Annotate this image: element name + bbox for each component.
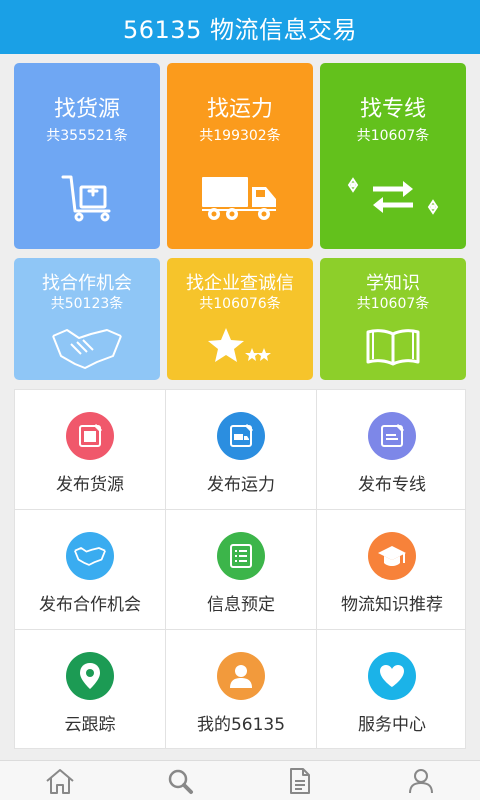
grid-item-cloud-tracking[interactable]: 云跟踪 — [15, 630, 165, 749]
tile-count: 共199302条 — [199, 128, 281, 144]
grid-item-my-account[interactable]: 我的56135 — [166, 630, 316, 749]
publish-goods-icon — [66, 412, 114, 460]
list-icon — [217, 532, 265, 580]
tab-profile[interactable] — [405, 766, 437, 796]
tile-title: 找专线 — [359, 97, 426, 122]
tile-find-capacity[interactable]: 找运力 共199302条 — [167, 63, 313, 249]
truck-icon — [167, 173, 313, 221]
home-icon — [46, 769, 74, 794]
heart-icon — [368, 652, 416, 700]
grid-item-knowledge-recommend[interactable]: 物流知识推荐 — [317, 510, 467, 629]
grid-item-publish-cooperation[interactable]: 发布合作机会 — [15, 510, 165, 629]
graduation-cap-icon — [368, 532, 416, 580]
hand-truck-icon — [14, 173, 160, 223]
tile-find-line[interactable]: 找专线 共10607条 — [320, 63, 466, 249]
tile-count: 共10607条 — [356, 128, 430, 144]
user-icon — [217, 652, 265, 700]
tab-home[interactable] — [44, 766, 76, 796]
bottom-tab-bar — [0, 760, 480, 800]
grid-item-label: 信息预定 — [207, 595, 275, 615]
stars-icon — [167, 326, 313, 366]
search-icon — [168, 769, 193, 794]
grid-item-label: 发布运力 — [207, 475, 275, 495]
tile-title: 找货源 — [53, 97, 120, 122]
book-icon — [320, 326, 466, 366]
tile-find-cooperation[interactable]: 找合作机会 共50123条 — [14, 258, 160, 380]
grid-item-publish-goods[interactable]: 发布货源 — [15, 390, 165, 509]
location-pin-icon — [66, 652, 114, 700]
grid-item-label: 我的56135 — [196, 715, 286, 735]
grid-item-label: 云跟踪 — [64, 715, 116, 735]
grid-item-label: 发布货源 — [56, 475, 124, 495]
grid-item-publish-capacity[interactable]: 发布运力 — [166, 390, 316, 509]
publish-truck-icon — [217, 412, 265, 460]
grid-item-label: 发布合作机会 — [39, 595, 141, 615]
grid-item-label: 服务中心 — [358, 715, 426, 735]
tile-title: 找合作机会 — [42, 273, 132, 294]
tab-search[interactable] — [164, 766, 196, 796]
tab-document[interactable] — [284, 766, 316, 796]
tile-learn-knowledge[interactable]: 学知识 共10607条 — [320, 258, 466, 380]
handshake-icon — [66, 532, 114, 580]
tile-title: 找企业查诚信 — [186, 273, 294, 294]
app-title-bar: 56135 物流信息交易 — [0, 0, 480, 54]
tile-count: 共355521条 — [46, 128, 128, 144]
tile-count: 共106076条 — [199, 296, 281, 312]
grid-item-label: 发布专线 — [358, 475, 426, 495]
user-icon — [409, 769, 433, 794]
tile-find-goods[interactable]: 找货源 共355521条 — [14, 63, 160, 249]
grid-item-publish-line[interactable]: 发布专线 — [317, 390, 467, 509]
handshake-icon — [14, 326, 160, 370]
tile-title: 找运力 — [206, 97, 273, 122]
publish-line-icon — [368, 412, 416, 460]
tile-title: 学知识 — [366, 273, 420, 294]
action-grid: 发布货源 发布运力 发布专线 发布合作机会 信息预定 物流知识推荐 云跟踪 我的… — [14, 389, 466, 749]
page-title: 56135 物流信息交易 — [123, 15, 357, 44]
grid-item-label: 物流知识推荐 — [341, 595, 443, 615]
route-arrows-icon — [320, 173, 466, 221]
grid-item-service-center[interactable]: 服务中心 — [317, 630, 467, 749]
tile-count: 共10607条 — [356, 296, 430, 312]
grid-item-info-reservation[interactable]: 信息预定 — [166, 510, 316, 629]
tile-find-enterprise-credit[interactable]: 找企业查诚信 共106076条 — [167, 258, 313, 380]
document-icon — [290, 768, 310, 794]
tile-count: 共50123条 — [50, 296, 124, 312]
